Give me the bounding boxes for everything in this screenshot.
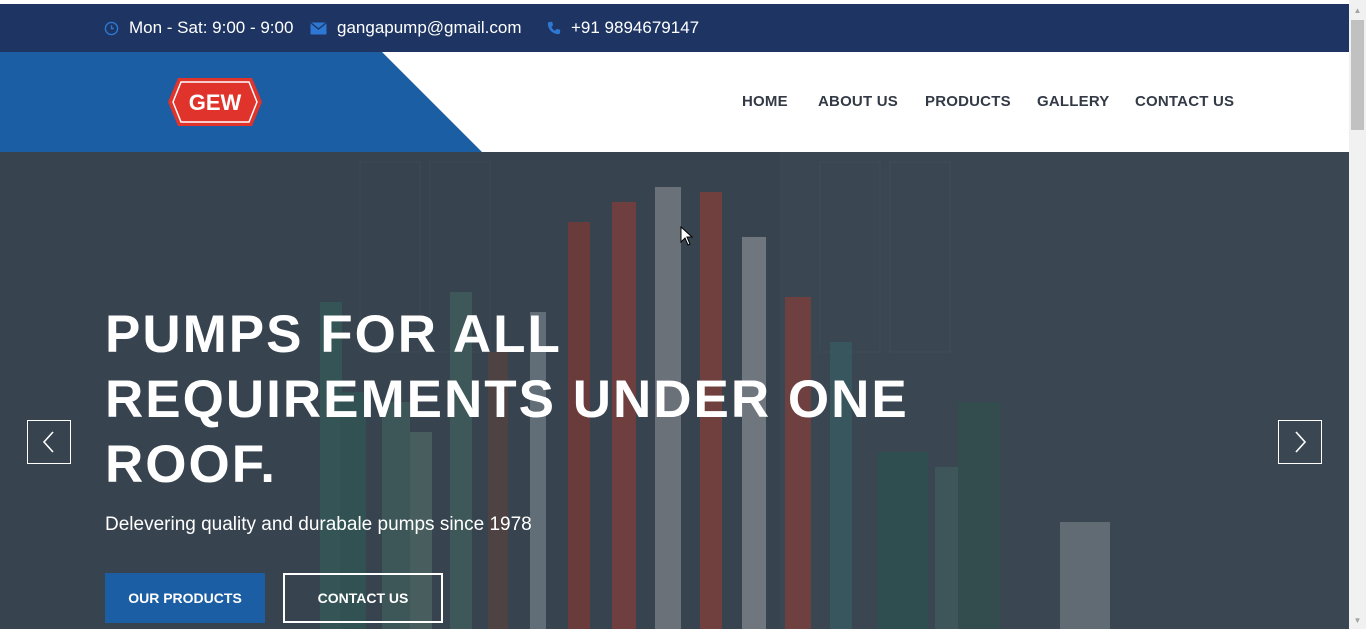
hero-subtitle: Delevering quality and durabale pumps si…: [105, 514, 532, 535]
hero-title: PUMPS FOR ALL REQUIREMENTS UNDER ONE ROO…: [105, 305, 909, 494]
nav-products[interactable]: PRODUCTS: [925, 93, 1011, 110]
site-header: GEW HOME ABOUT US PRODUCTS GALLERY CONTA…: [0, 52, 1349, 152]
contact-us-button[interactable]: CONTACT US: [283, 573, 443, 623]
scroll-up-icon[interactable]: ▲: [1349, 2, 1366, 19]
slider-prev-button[interactable]: [27, 420, 71, 464]
nav-gallery[interactable]: GALLERY: [1037, 93, 1110, 110]
business-hours: Mon - Sat: 9:00 - 9:00: [104, 4, 293, 52]
chevron-right-icon: [1295, 431, 1307, 453]
nav-home[interactable]: HOME: [742, 93, 788, 110]
envelope-icon: [310, 21, 327, 35]
phone-icon: [547, 21, 561, 35]
hero-slider: PUMPS FOR ALL REQUIREMENTS UNDER ONE ROO…: [0, 152, 1349, 629]
mouse-cursor-icon: [680, 226, 694, 246]
phone-text[interactable]: +91 9894679147: [571, 18, 699, 38]
site-logo[interactable]: GEW: [166, 76, 264, 128]
scrollbar-thumb[interactable]: [1351, 20, 1364, 130]
nav-about-us[interactable]: ABOUT US: [818, 93, 898, 110]
logo-text: GEW: [189, 90, 242, 115]
email-text[interactable]: gangapump@gmail.com: [337, 18, 522, 38]
page: Mon - Sat: 9:00 - 9:00 gangapump@gmail.c…: [0, 0, 1349, 629]
clock-icon: [104, 21, 119, 36]
email-contact[interactable]: gangapump@gmail.com: [310, 4, 522, 52]
slider-next-button[interactable]: [1278, 420, 1322, 464]
phone-contact[interactable]: +91 9894679147: [547, 4, 699, 52]
our-products-button[interactable]: OUR PRODUCTS: [105, 573, 265, 623]
hours-text: Mon - Sat: 9:00 - 9:00: [129, 18, 294, 37]
nav-contact-us[interactable]: CONTACT US: [1135, 93, 1234, 110]
top-info-bar: Mon - Sat: 9:00 - 9:00 gangapump@gmail.c…: [0, 4, 1349, 53]
page-scrollbar[interactable]: ▲ ▼: [1349, 0, 1366, 629]
chevron-left-icon: [42, 431, 54, 453]
scroll-down-icon[interactable]: ▼: [1349, 612, 1366, 629]
